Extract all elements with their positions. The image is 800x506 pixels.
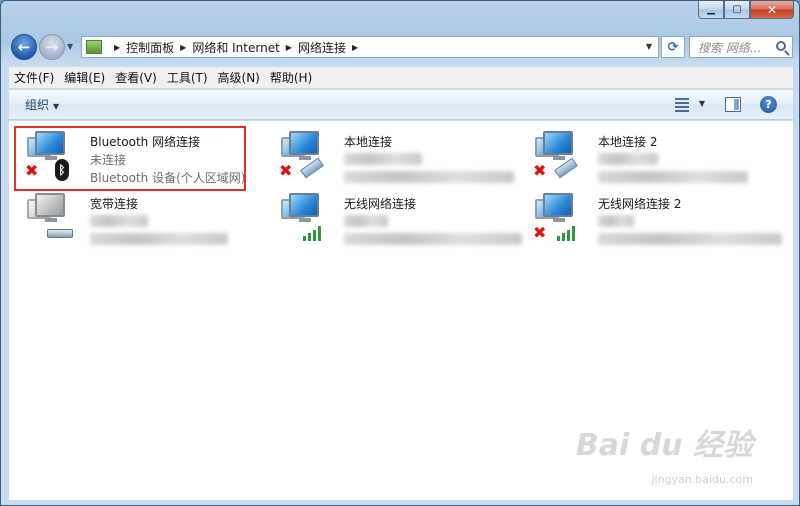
menu-tools[interactable]: 工具(T) bbox=[162, 69, 213, 86]
monitor-icon bbox=[289, 131, 319, 155]
search-placeholder: 搜索 网络... bbox=[698, 40, 762, 55]
connection-name: 无线网络连接 2 bbox=[598, 197, 682, 211]
network-adapter-icon bbox=[279, 191, 335, 243]
disconnected-x-icon: ✖ bbox=[279, 161, 293, 180]
command-bar: 组织 ▼ ▼ ? bbox=[9, 90, 793, 120]
help-icon[interactable]: ? bbox=[760, 96, 777, 113]
menu-view[interactable]: 查看(V) bbox=[110, 69, 162, 86]
connection-name: 宽带连接 bbox=[90, 197, 139, 211]
organize-button[interactable]: 组织 ▼ bbox=[25, 96, 59, 113]
blurred-device bbox=[598, 233, 782, 245]
control-panel-icon bbox=[86, 40, 102, 54]
monitor-icon bbox=[289, 193, 319, 217]
connection-name: 本地连接 bbox=[344, 135, 393, 149]
connection-wireless[interactable]: 无线网络连接 bbox=[273, 187, 522, 245]
signal-bar bbox=[567, 230, 570, 241]
monitor-stand bbox=[45, 218, 57, 222]
breadcrumb-control-panel[interactable]: 控制面板 bbox=[126, 39, 174, 56]
caption-buttons: ▁ ▢ ✕ bbox=[698, 1, 794, 19]
monitor-stand bbox=[299, 218, 311, 222]
blurred-status bbox=[90, 215, 148, 227]
menu-edit[interactable]: 编辑(E) bbox=[59, 69, 110, 86]
connection-local-2[interactable]: ✖ 本地连接 2 bbox=[527, 125, 767, 183]
disconnected-x-icon: ✖ bbox=[533, 161, 547, 180]
connection-name: 无线网络连接 bbox=[344, 197, 417, 211]
chevron-down-icon: ▼ bbox=[53, 102, 60, 111]
close-button[interactable]: ✕ bbox=[750, 1, 794, 19]
modem-icon bbox=[47, 229, 73, 238]
disconnected-x-icon: ✖ bbox=[533, 223, 547, 242]
search-input[interactable]: 搜索 网络... bbox=[689, 36, 793, 58]
monitor-icon bbox=[543, 131, 573, 155]
chevron-right-icon[interactable]: ▶ bbox=[352, 43, 358, 52]
network-adapter-icon: ✖ bbox=[533, 191, 589, 243]
blurred-device bbox=[598, 171, 748, 183]
address-dropdown-icon[interactable]: ▼ bbox=[646, 42, 652, 51]
wifi-signal-icon bbox=[303, 225, 325, 241]
blurred-device bbox=[90, 233, 228, 245]
signal-bar bbox=[313, 230, 316, 241]
baidu-watermark-logo: Bai du 经验 bbox=[575, 428, 753, 463]
maximize-button[interactable]: ▢ bbox=[724, 1, 750, 19]
signal-bar bbox=[318, 226, 321, 241]
preview-pane-icon[interactable] bbox=[725, 97, 741, 112]
ethernet-cable-icon bbox=[300, 157, 324, 179]
blurred-status bbox=[598, 215, 634, 227]
view-dropdown-icon[interactable]: ▼ bbox=[699, 99, 705, 108]
blurred-status bbox=[344, 215, 388, 227]
highlight-box bbox=[14, 126, 246, 191]
signal-bar bbox=[562, 233, 565, 241]
chevron-right-icon[interactable]: ▶ bbox=[180, 43, 186, 52]
blurred-device bbox=[344, 233, 522, 245]
monitor-icon bbox=[35, 193, 65, 217]
explorer-window: ▁ ▢ ✕ ← → ▼ ▶ 控制面板 ▶ 网络和 Internet ▶ 网络连接… bbox=[0, 0, 800, 506]
monitor-stand bbox=[553, 218, 565, 222]
menu-file[interactable]: 文件(F) bbox=[9, 69, 59, 86]
forward-button[interactable]: → bbox=[39, 34, 65, 60]
menu-bar: 文件(F) 编辑(E) 查看(V) 工具(T) 高级(N) 帮助(H) bbox=[9, 67, 793, 89]
network-adapter-icon: ✖ bbox=[533, 129, 589, 181]
menu-advanced[interactable]: 高级(N) bbox=[213, 69, 265, 86]
connection-local[interactable]: ✖ 本地连接 bbox=[273, 125, 514, 183]
network-adapter-icon: ✖ bbox=[279, 129, 335, 181]
blurred-status bbox=[344, 153, 422, 165]
menu-help[interactable]: 帮助(H) bbox=[265, 69, 317, 86]
chevron-right-icon[interactable]: ▶ bbox=[286, 43, 292, 52]
address-bar[interactable]: ▶ 控制面板 ▶ 网络和 Internet ▶ 网络连接 ▶ ▼ bbox=[81, 36, 659, 58]
change-view-icon[interactable] bbox=[675, 98, 689, 112]
wifi-signal-icon bbox=[557, 225, 579, 241]
monitor-stand bbox=[299, 156, 311, 160]
baidu-watermark-url: jingyan.baidu.com bbox=[651, 473, 753, 486]
signal-bar bbox=[308, 233, 311, 241]
breadcrumb-network-connections[interactable]: 网络连接 bbox=[298, 39, 346, 56]
breadcrumb-network-internet[interactable]: 网络和 Internet bbox=[192, 39, 279, 56]
navigation-row: ← → ▼ ▶ 控制面板 ▶ 网络和 Internet ▶ 网络连接 ▶ ▼ ⟳… bbox=[9, 33, 793, 61]
signal-bar bbox=[572, 226, 575, 241]
signal-bar bbox=[557, 236, 560, 241]
organize-label: 组织 bbox=[25, 98, 50, 112]
refresh-button[interactable]: ⟳ bbox=[661, 36, 685, 58]
connection-wireless-2[interactable]: ✖ 无线网络连接 2 bbox=[527, 187, 782, 245]
signal-bar bbox=[303, 236, 306, 241]
connections-list: ✖ ᛒ Bluetooth 网络连接 未连接 Bluetooth 设备(个人区域… bbox=[9, 121, 793, 500]
blurred-status bbox=[598, 153, 658, 165]
monitor-icon bbox=[543, 193, 573, 217]
connection-broadband[interactable]: 宽带连接 bbox=[19, 187, 259, 245]
search-icon[interactable] bbox=[776, 41, 786, 51]
monitor-stand bbox=[553, 156, 565, 160]
ethernet-cable-icon bbox=[554, 157, 578, 179]
back-button[interactable]: ← bbox=[11, 34, 37, 60]
chevron-right-icon[interactable]: ▶ bbox=[114, 43, 120, 52]
network-adapter-icon bbox=[25, 191, 81, 243]
blurred-device bbox=[344, 171, 514, 183]
minimize-button[interactable]: ▁ bbox=[698, 1, 724, 19]
connection-name: 本地连接 2 bbox=[598, 135, 658, 149]
recent-pages-dropdown-icon[interactable]: ▼ bbox=[67, 42, 73, 51]
